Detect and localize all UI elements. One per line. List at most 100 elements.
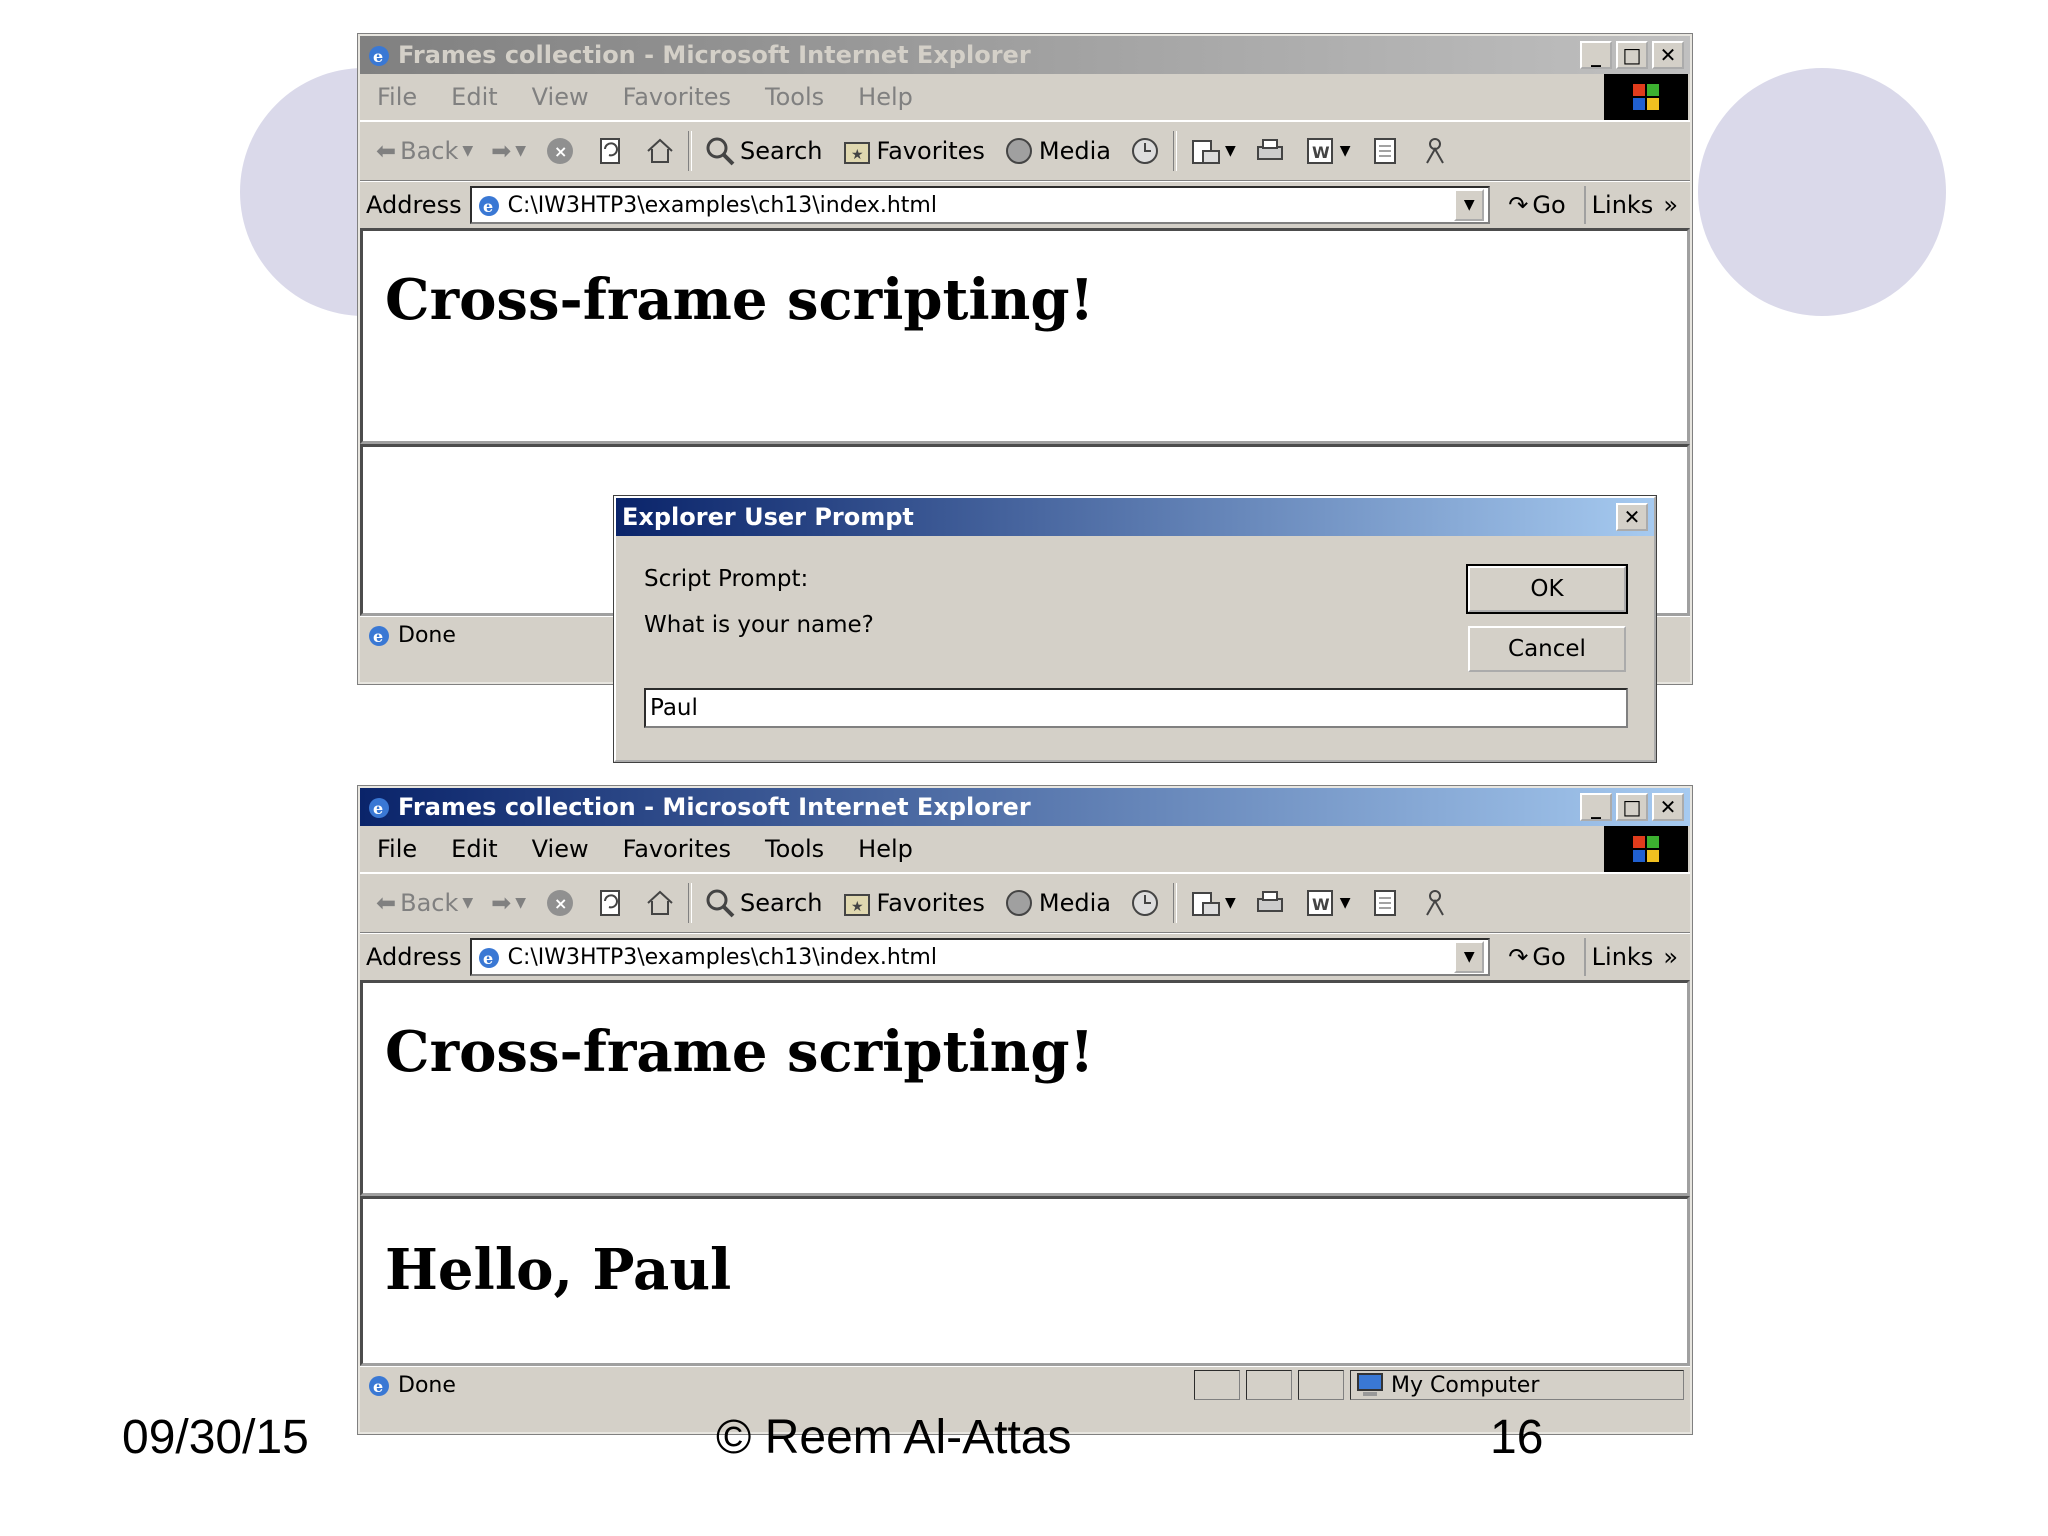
svg-text:e: e xyxy=(483,949,493,968)
svg-text:W: W xyxy=(1312,143,1330,162)
messenger-icon xyxy=(1425,890,1444,916)
toolbar-separator xyxy=(1173,883,1178,923)
print-button[interactable] xyxy=(1248,887,1292,919)
back-button[interactable]: ⬅ Back ▼ xyxy=(370,889,479,917)
dialog-title-bar[interactable]: Explorer User Prompt ✕ xyxy=(616,498,1654,536)
dialog-close-button[interactable]: ✕ xyxy=(1616,503,1648,531)
refresh-button[interactable] xyxy=(588,887,632,919)
menu-favorites[interactable]: Favorites xyxy=(606,835,748,863)
discuss-button[interactable] xyxy=(1363,135,1407,167)
decorative-circle-right xyxy=(1698,68,1946,316)
title-bar[interactable]: e Frames collection - Microsoft Internet… xyxy=(360,788,1690,826)
stop-icon: × xyxy=(547,138,574,164)
edit-button[interactable]: W ▼ xyxy=(1298,887,1357,919)
back-arrow-icon: ⬅ xyxy=(376,137,397,165)
history-button[interactable] xyxy=(1123,887,1167,919)
discuss-icon xyxy=(1373,890,1396,916)
chevron-down-icon: ▼ xyxy=(462,143,474,159)
ie-logo-icon: e xyxy=(369,46,389,66)
media-button[interactable]: Media xyxy=(997,135,1117,167)
favorites-icon: ★ xyxy=(843,142,870,164)
messenger-icon xyxy=(1425,138,1444,164)
messenger-button[interactable] xyxy=(1413,135,1457,167)
menu-edit[interactable]: Edit xyxy=(434,83,514,111)
svg-text:×: × xyxy=(554,142,567,161)
prompt-question: What is your name? xyxy=(644,612,874,638)
maximize-button[interactable]: □ xyxy=(1616,793,1648,821)
top-frame-heading: Cross-frame scripting! xyxy=(385,1019,1095,1085)
menu-tools[interactable]: Tools xyxy=(748,83,841,111)
home-button[interactable] xyxy=(638,135,682,167)
favorites-button[interactable]: ★ Favorites xyxy=(835,887,991,919)
links-button[interactable]: Links» xyxy=(1583,938,1684,976)
favorites-button[interactable]: ★ Favorites xyxy=(835,135,991,167)
greeting-heading: Hello, Paul xyxy=(385,1237,732,1303)
address-dropdown-button[interactable]: ▼ xyxy=(1454,189,1485,221)
mail-button[interactable]: ▼ xyxy=(1183,887,1242,919)
menu-help[interactable]: Help xyxy=(841,835,930,863)
menu-tools[interactable]: Tools xyxy=(748,835,841,863)
stop-button[interactable]: × xyxy=(538,887,582,919)
history-icon xyxy=(1132,890,1159,916)
ok-button[interactable]: OK xyxy=(1468,566,1626,612)
ie-page-icon: e xyxy=(478,948,499,968)
menu-file[interactable]: File xyxy=(360,83,434,111)
back-button[interactable]: ⬅ Back ▼ xyxy=(370,137,479,165)
search-button[interactable]: Search xyxy=(698,887,828,919)
svg-text:e: e xyxy=(483,197,493,216)
edit-button[interactable]: W ▼ xyxy=(1298,135,1357,167)
menu-bar: File Edit View Favorites Tools Help xyxy=(360,826,1690,873)
ie-page-icon: e xyxy=(478,196,499,216)
title-bar[interactable]: e Frames collection - Microsoft Internet… xyxy=(360,36,1690,74)
address-bar: Address e C:\IW3HTP3\examples\ch13\index… xyxy=(360,933,1690,980)
svg-text:W: W xyxy=(1312,895,1330,914)
home-button[interactable] xyxy=(638,887,682,919)
chevron-down-icon: ▼ xyxy=(1225,895,1236,911)
ie-window-bottom: e Frames collection - Microsoft Internet… xyxy=(358,786,1692,1434)
mail-icon xyxy=(1192,892,1221,916)
svg-text:★: ★ xyxy=(851,899,864,915)
prompt-input[interactable]: Paul xyxy=(644,688,1628,728)
print-button[interactable] xyxy=(1248,135,1292,167)
dialog-title: Explorer User Prompt xyxy=(622,503,914,531)
menu-view[interactable]: View xyxy=(515,83,606,111)
menu-favorites[interactable]: Favorites xyxy=(606,83,748,111)
minimize-button[interactable]: _ xyxy=(1580,41,1612,69)
minimize-button[interactable]: _ xyxy=(1580,793,1612,821)
menu-view[interactable]: View xyxy=(515,835,606,863)
toolbar-separator xyxy=(688,131,693,171)
forward-button[interactable]: ➡ ▼ xyxy=(485,889,532,917)
refresh-button[interactable] xyxy=(588,135,632,167)
refresh-icon xyxy=(600,138,621,164)
ie-page-icon: e xyxy=(369,1376,389,1396)
stop-button[interactable]: × xyxy=(538,135,582,167)
maximize-button[interactable]: □ xyxy=(1616,41,1648,69)
menu-edit[interactable]: Edit xyxy=(434,835,514,863)
menu-help[interactable]: Help xyxy=(841,83,930,111)
search-icon xyxy=(706,137,735,166)
zone-text: My Computer xyxy=(1391,1372,1540,1398)
discuss-button[interactable] xyxy=(1363,887,1407,919)
search-icon xyxy=(706,889,735,918)
window-title: Frames collection - Microsoft Internet E… xyxy=(398,793,1031,821)
refresh-icon xyxy=(600,890,621,916)
word-edit-icon: W xyxy=(1306,138,1333,164)
address-input[interactable]: e C:\IW3HTP3\examples\ch13\index.html ▼ xyxy=(469,938,1491,976)
search-button[interactable]: Search xyxy=(698,135,828,167)
media-button[interactable]: Media xyxy=(997,887,1117,919)
cancel-button[interactable]: Cancel xyxy=(1468,626,1626,672)
history-button[interactable] xyxy=(1123,135,1167,167)
mail-button[interactable]: ▼ xyxy=(1183,135,1242,167)
address-dropdown-button[interactable]: ▼ xyxy=(1454,941,1485,973)
links-button[interactable]: Links» xyxy=(1583,186,1684,224)
messenger-button[interactable] xyxy=(1413,887,1457,919)
chevron-right-icon: » xyxy=(1663,943,1678,971)
forward-button[interactable]: ➡ ▼ xyxy=(485,137,532,165)
go-button[interactable]: ↷ Go xyxy=(1498,191,1575,219)
close-button[interactable]: ✕ xyxy=(1652,41,1684,69)
go-button[interactable]: ↷ Go xyxy=(1498,943,1575,971)
menu-file[interactable]: File xyxy=(360,835,434,863)
address-input[interactable]: e C:\IW3HTP3\examples\ch13\index.html ▼ xyxy=(469,186,1491,224)
go-arrow-icon: ↷ xyxy=(1508,943,1529,971)
close-button[interactable]: ✕ xyxy=(1652,793,1684,821)
